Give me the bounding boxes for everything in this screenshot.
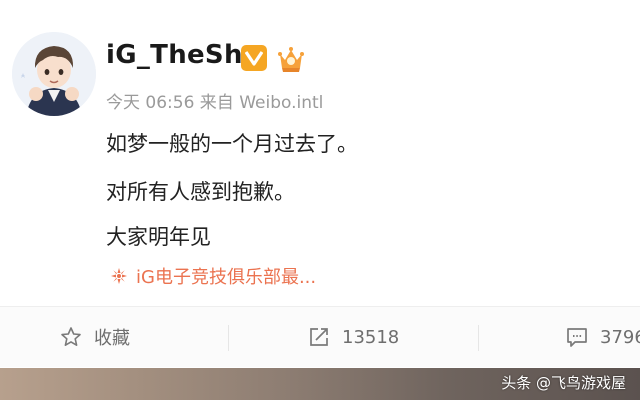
topic-pinwheel-icon — [111, 268, 127, 284]
topic-link-label: iG电子竞技俱乐部最... — [136, 267, 317, 288]
action-separator — [228, 325, 229, 351]
post-card: iG_TheShy 今天 06:56 来自 Weibo.intl 如梦一般的一个… — [0, 0, 640, 368]
share-count: 13518 — [342, 326, 400, 348]
comment-icon — [567, 328, 587, 347]
action-separator — [478, 325, 479, 351]
comment-button[interactable]: 3796 — [566, 307, 640, 367]
verified-icon — [241, 45, 267, 71]
share-button[interactable]: 13518 — [308, 307, 399, 367]
post-meta: 今天 06:56 来自 Weibo.intl — [106, 93, 324, 113]
favorite-label: 收藏 — [94, 328, 130, 349]
post-text-line: 对所有人感到抱歉。 — [106, 180, 295, 204]
fan-badge-icon[interactable] — [276, 44, 306, 74]
post-text-line: 大家明年见 — [106, 225, 211, 249]
avatar[interactable] — [12, 32, 96, 116]
post-text-line: 如梦一般的一个月过去了。 — [106, 132, 358, 156]
share-icon — [310, 328, 328, 346]
favorite-button[interactable]: 收藏 — [60, 307, 130, 367]
watermark: 头条 @飞鸟游戏屋 — [501, 374, 626, 392]
star-icon — [61, 327, 81, 346]
username[interactable]: iG_TheShy — [106, 40, 260, 70]
weibo-screenshot: iG_TheShy 今天 06:56 来自 Weibo.intl 如梦一般的一个… — [0, 0, 640, 400]
topic-link[interactable]: iG电子竞技俱乐部最... — [110, 263, 316, 289]
comment-count: 3796 — [600, 326, 640, 348]
action-bar: 收藏 13518 3796 — [0, 307, 640, 367]
